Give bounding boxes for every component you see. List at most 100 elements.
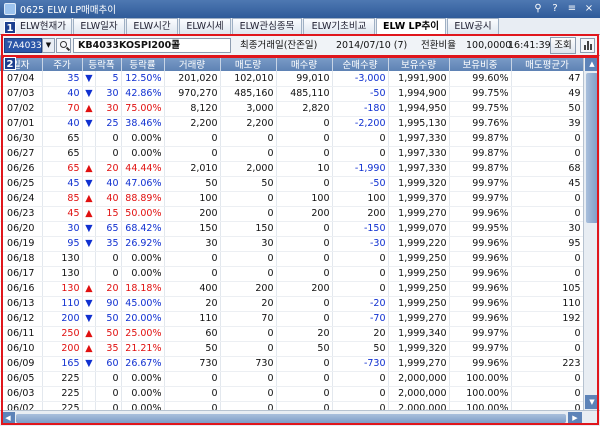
menu-icon[interactable]: ≡ (565, 2, 579, 15)
tab-elw-watchlist[interactable]: ELW관심종목 (232, 18, 302, 35)
conversion-ratio-label: 전환비율 (421, 40, 456, 51)
table-row[interactable]: 06/26 65 ▲ 20 44.44% 2,010 2,000 10 -1,990 1,997,… (0, 161, 584, 177)
cell-holding-qty: 2,000,000 (388, 401, 450, 410)
cell-price: 40 (42, 86, 83, 102)
cell-holding-qty: 1,997,330 (388, 146, 450, 162)
cell-net-buy: 0 (332, 386, 389, 402)
code-input[interactable]: 7A4033 (4, 38, 42, 53)
table-row[interactable]: 06/25 45 ▼ 40 47.06% 50 50 0 -50 1,999,320 99.97% 4… (0, 176, 584, 192)
cell-net-buy: 200 (332, 206, 389, 222)
cell-buy-volume: 0 (276, 176, 333, 192)
last-trade-value: 2014/07/10 (7) (336, 40, 408, 51)
col-net-buy[interactable]: 순매수량 (332, 56, 389, 71)
cell-net-buy: 0 (332, 401, 389, 410)
table-row[interactable]: 06/20 30 ▼ 65 68.42% 150 150 0 -150 1,999,070 99.9… (0, 221, 584, 237)
query-button[interactable]: 조회 (550, 37, 576, 54)
table-row[interactable]: 07/02 70 ▲ 30 75.00% 8,120 3,000 2,820 -180 1,994… (0, 101, 584, 117)
horizontal-scrollbar[interactable]: ◀ ▶ (0, 410, 600, 426)
cell-change: 35 (95, 341, 122, 357)
tab-elw-quote[interactable]: ELW시세 (179, 18, 231, 35)
time-display: 16:41:39 (508, 40, 551, 51)
cell-sell-avg-price: 192 (511, 311, 584, 327)
close-icon[interactable]: × (582, 2, 596, 15)
horizontal-scroll-thumb[interactable] (16, 414, 566, 423)
col-sell-volume[interactable]: 매도량 (220, 56, 277, 71)
vertical-scroll-thumb[interactable] (586, 73, 598, 223)
cell-sell-volume: 0 (220, 371, 277, 387)
table-row[interactable]: 06/23 45 ▲ 15 50.00% 200 0 200 200 1,999,270 99.96… (0, 206, 584, 222)
cell-volume: 100 (164, 191, 221, 207)
chart-icon[interactable] (580, 38, 595, 53)
cell-sell-avg-price: 0 (511, 131, 584, 147)
cell-volume: 30 (164, 236, 221, 252)
cell-net-buy: -50 (332, 86, 389, 102)
cell-volume: 50 (164, 341, 221, 357)
code-dropdown-button[interactable]: ▼ (42, 38, 55, 53)
cell-holding-qty: 1,999,250 (388, 296, 450, 312)
cell-change: 0 (95, 131, 122, 147)
cell-holding-qty: 2,000,000 (388, 371, 450, 387)
table-row[interactable]: 06/27 65 0 0.00% 0 0 0 0 1,997,330 99.87% 0 (0, 146, 584, 162)
table-row[interactable]: 06/19 95 ▼ 35 26.92% 30 30 0 -30 1,999,220 99.96% 9… (0, 236, 584, 252)
cell-change-rate: 38.46% (121, 116, 165, 132)
cell-change: 60 (95, 356, 122, 372)
col-change-rate[interactable]: 등락률 (121, 56, 165, 71)
cell-price: 65 (42, 161, 83, 177)
col-holding-qty[interactable]: 보유수량 (388, 56, 450, 71)
table-row[interactable]: 06/16 130 ▲ 20 18.18% 400 200 200 0 1,999,250 99.9… (0, 281, 584, 297)
up-arrow-icon: ▲ (82, 341, 96, 357)
tab-elw-underlying-compare[interactable]: ELW기초비교 (303, 18, 375, 35)
cell-change-rate: 0.00% (121, 251, 165, 267)
cell-change-rate: 0.00% (121, 266, 165, 282)
cell-buy-volume: 50 (276, 341, 333, 357)
down-arrow-icon: ▼ (82, 221, 96, 237)
tab-elw-daily[interactable]: ELW일자 (73, 18, 125, 35)
col-change[interactable]: 등락폭 (82, 56, 122, 71)
table-row[interactable]: 06/13 110 ▼ 90 45.00% 20 20 0 -20 1,999,250 99.96%… (0, 296, 584, 312)
table-row[interactable]: 06/03 225 0 0.00% 0 0 0 0 2,000,000 100.00% 0 (0, 386, 584, 402)
table-row[interactable]: 06/05 225 0 0.00% 0 0 0 0 2,000,000 100.00% 0 (0, 371, 584, 387)
col-volume[interactable]: 거래량 (164, 56, 221, 71)
col-buy-volume[interactable]: 매수량 (276, 56, 333, 71)
table-row[interactable]: 07/03 40 ▼ 30 42.86% 970,270 485,160 485,110 -50… (0, 86, 584, 102)
col-price[interactable]: 주가 (42, 56, 83, 71)
col-holding-pct[interactable]: 보유비중 (449, 56, 512, 71)
table-row[interactable]: 06/02 225 0 0.00% 0 0 0 0 2,000,000 100.00% 0 (0, 401, 584, 410)
table-row[interactable]: 06/12 200 ▼ 50 20.00% 110 70 0 -70 1,999,270 99.96… (0, 311, 584, 327)
table-row[interactable]: 06/17 130 0 0.00% 0 0 0 0 1,999,250 99.96% 0 (0, 266, 584, 282)
cell-net-buy: 50 (332, 341, 389, 357)
tab-elw-lp-trend[interactable]: ELW LP추이 (376, 18, 446, 36)
cell-volume: 730 (164, 356, 221, 372)
pin-icon[interactable]: ⚲ (531, 2, 545, 15)
help-icon[interactable]: ? (548, 2, 562, 15)
cell-change: 50 (95, 311, 122, 327)
table-row[interactable]: 06/11 250 ▲ 50 25.00% 60 0 20 20 1,999,340 99.97% 0 (0, 326, 584, 342)
cell-change-rate: 45.00% (121, 296, 165, 312)
col-sell-avg-price[interactable]: 매도평균가 (511, 56, 584, 71)
scroll-right-icon[interactable]: ▶ (568, 412, 582, 425)
tab-elw-current[interactable]: ELW현재가 (14, 18, 72, 35)
scroll-left-icon[interactable]: ◀ (1, 412, 15, 425)
window-titlebar: 0625 ELW LP매매추이 ⚲ ? ≡ × (0, 0, 600, 18)
vertical-scrollbar[interactable]: ▲ ▼ (583, 56, 600, 410)
table-row[interactable]: 07/01 40 ▼ 25 38.46% 2,200 2,200 0 -2,200 1,995,1… (0, 116, 584, 132)
table-row[interactable]: 06/09 165 ▼ 60 26.67% 730 730 0 -730 1,999,270 99.… (0, 356, 584, 372)
cell-sell-volume: 70 (220, 311, 277, 327)
cell-sell-volume: 2,000 (220, 161, 277, 177)
table-row[interactable]: 07/04 35 ▼ 5 12.50% 201,020 102,010 99,010 -3,00… (0, 71, 584, 87)
table-row[interactable]: 06/18 130 0 0.00% 0 0 0 0 1,999,250 99.96% 0 (0, 251, 584, 267)
cell-price: 225 (42, 401, 83, 410)
search-button[interactable] (56, 38, 71, 53)
table-row[interactable]: 06/10 200 ▲ 35 21.21% 50 0 50 50 1,999,320 99.97% 0 (0, 341, 584, 357)
cell-holding-pct: 99.96% (449, 356, 512, 372)
scroll-down-icon[interactable]: ▼ (585, 395, 599, 409)
scroll-up-icon[interactable]: ▲ (585, 57, 599, 71)
cell-change: 65 (95, 221, 122, 237)
tab-elw-time[interactable]: ELW시간 (126, 18, 178, 35)
tab-elw-disclosure[interactable]: ELW공시 (447, 18, 499, 35)
table-row[interactable]: 06/24 85 ▲ 40 88.89% 100 0 100 100 1,999,370 99.97… (0, 191, 584, 207)
cell-change-rate: 50.00% (121, 206, 165, 222)
cell-net-buy: 0 (332, 281, 389, 297)
table-row[interactable]: 06/30 65 0 0.00% 0 0 0 0 1,997,330 99.87% 0 (0, 131, 584, 147)
cell-buy-volume: 100 (276, 191, 333, 207)
